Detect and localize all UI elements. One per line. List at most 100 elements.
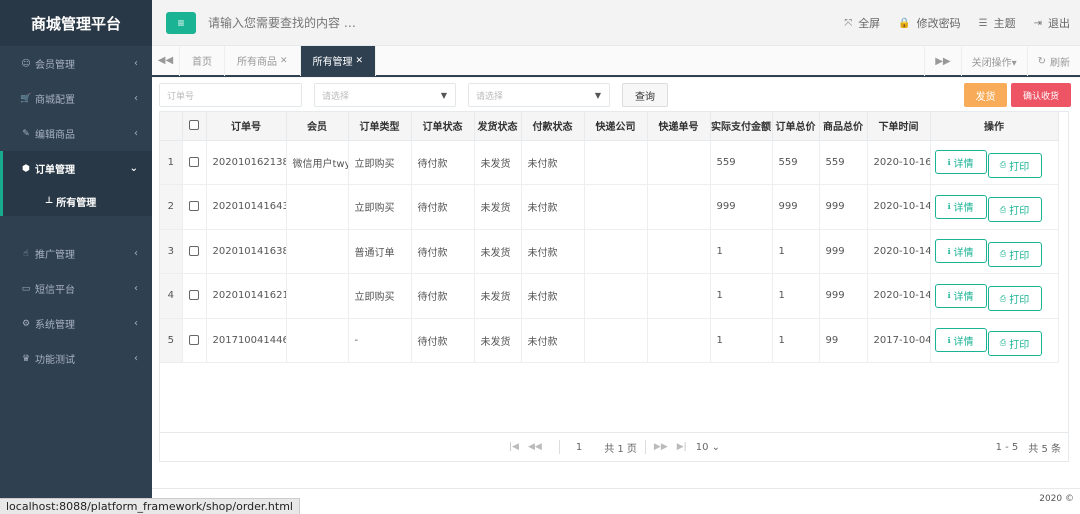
tab-all-goods[interactable]: 所有商品 ✕ [225,45,301,76]
logout-link[interactable]: ⇥ 退出 [1034,15,1070,31]
print-button[interactable]: ⎙ 打印 [987,152,1042,178]
fullscreen-link[interactable]: ⤧ 全屏 [844,15,880,31]
print-button[interactable]: ⎙ 打印 [987,286,1042,312]
sidebar-item-sms[interactable]: ▭ 短信平台 ‹ [0,271,152,306]
row-checkbox-cell[interactable] [182,273,207,319]
checkbox[interactable] [189,120,199,131]
first-page-icon[interactable]: |◀ [509,442,519,452]
print-icon: ⎙ [999,338,1007,348]
last-page-icon[interactable]: ▶| [677,442,687,452]
detail-label: 详情 [953,247,974,259]
sidebar-item-mall-config[interactable]: 🛒 商城配置 ‹ [0,81,152,116]
top-search-input[interactable] [208,15,608,30]
row-checkbox-cell[interactable] [182,229,207,274]
page-number-input[interactable]: 1 [576,442,582,453]
main-content: 订单号 请选择 ▼ 请选择 ▼ 查询 发货 确认收货 订单号 会员 订单类型 订单状… [152,78,1080,488]
tab-all-orders[interactable]: 所有管理 ✕ [300,45,377,76]
caret-down-icon: ▼ [594,90,601,100]
theme-label: 主题 [993,17,1016,30]
refresh-button[interactable]: ↻ 刷新 [1026,46,1080,76]
col-member[interactable]: 会员 [286,112,349,141]
status-select-1[interactable]: 请选择 ▼ [314,83,456,107]
table-row[interactable]: 120201016213838微信用户twy6立即购买待付款未发货未付款5595… [160,140,1059,185]
checkbox[interactable] [189,290,199,301]
row-checkbox-cell[interactable] [182,318,207,363]
sidebar-item-label: 编辑商品 [35,130,75,141]
list-icon: ☰ [978,17,988,29]
checkbox[interactable] [189,201,199,212]
detail-button[interactable]: ℹ 详情 [934,283,987,308]
theme-link[interactable]: ☰ 主题 [979,15,1016,31]
bars-icon: ≡ [177,15,185,30]
row-checkbox-cell[interactable] [182,140,207,185]
sidebar-item-member[interactable]: ☺ 会员管理 ‹ [0,46,152,81]
cell-express-company [584,229,648,274]
sitemap-icon: ⊥ [45,196,54,206]
col-actual-payment[interactable]: 实际支付金额 [710,112,773,141]
prev-page-icon[interactable]: ◀◀ [528,442,542,452]
checkbox[interactable] [189,156,199,167]
cell-operations: ℹ 详情 ⎙ 打印 [930,318,1059,363]
tabs-next-button[interactable]: ▶▶ [924,46,960,76]
page-size-select[interactable]: 10 ⌄ [696,442,720,453]
cell-ship-status: 未发货 [474,229,522,274]
col-goods-total[interactable]: 商品总价 [819,112,868,141]
sidebar-item-label: 功能测试 [35,355,75,366]
order-no-input[interactable]: 订单号 [159,83,302,107]
cell-express-no [647,184,711,230]
col-order-status[interactable]: 订单状态 [411,112,475,141]
row-checkbox-cell[interactable] [182,184,207,230]
checkbox[interactable] [189,334,199,345]
info-icon: ℹ [947,202,951,212]
tab-home[interactable]: 首页 [180,45,225,76]
col-order-type[interactable]: 订单类型 [348,112,412,141]
cell-express-company [584,184,648,230]
close-icon[interactable]: ✕ [280,56,288,66]
print-button[interactable]: ⎙ 打印 [987,330,1042,356]
next-page-icon[interactable]: ▶▶ [654,442,668,452]
print-button[interactable]: ⎙ 打印 [987,241,1042,267]
sidebar-item-system[interactable]: ⚙ 系统管理 ‹ [0,306,152,341]
sidebar-item-test[interactable]: ♛ 功能测试 ‹ [0,341,152,376]
detail-button[interactable]: ℹ 详情 [934,239,987,264]
row-number: 2 [160,184,183,230]
menu-toggle-button[interactable]: ≡ [166,11,196,34]
col-express-no[interactable]: 快递单号 [647,112,711,141]
sidebar-item-promotion[interactable]: ☝ 推广管理 ‹ [0,236,152,271]
col-express-company[interactable]: 快递公司 [584,112,648,141]
tabs-prev-button[interactable]: ◀◀ [152,45,180,76]
lock-icon: 🔒 [898,17,911,29]
col-ship-status[interactable]: 发货状态 [474,112,522,141]
select-all-checkbox[interactable] [182,112,207,141]
col-order-total[interactable]: 订单总价 [772,112,820,141]
print-button[interactable]: ⎙ 打印 [987,197,1042,223]
change-password-link[interactable]: 🔒 修改密码 [898,15,960,31]
ship-button[interactable]: 发货 [964,83,1007,107]
table-row[interactable]: 320201014163813普通订单待付款未发货未付款119992020-10… [160,229,1059,274]
sidebar-item-edit-goods[interactable]: ✎ 编辑商品 ‹ [0,116,152,151]
table-row[interactable]: 220201014164357立即购买待付款未发货未付款999999999202… [160,184,1059,230]
chevron-left-icon: ‹ [134,58,138,69]
cell-order-no: 20201014162108 [206,273,287,319]
detail-button[interactable]: ℹ 详情 [934,194,987,219]
sidebar-item-orders[interactable]: ⬢ 订单管理 ⌄ [0,151,152,186]
detail-button[interactable]: ℹ 详情 [934,328,987,353]
query-button[interactable]: 查询 [622,83,668,107]
table-row[interactable]: 520171004144623-待付款未发货未付款11992017-10-04 … [160,318,1059,363]
copyright: 2020 © [1039,494,1074,504]
close-icon[interactable]: ✕ [356,56,364,66]
col-order-time[interactable]: 下单时间 [867,112,931,141]
print-icon: ⎙ [999,160,1007,170]
col-pay-status[interactable]: 付款状态 [521,112,585,141]
checkbox[interactable] [189,245,199,256]
cell-express-no [647,140,711,185]
table-row[interactable]: 420201014162108立即购买待付款未发货未付款119992020-10… [160,273,1059,319]
col-order-no[interactable]: 订单号 [206,112,287,141]
status-select-2[interactable]: 请选择 ▼ [468,83,610,107]
close-operations-dropdown[interactable]: 关闭操作▾ [960,46,1027,76]
sidebar-subitem-all-orders[interactable]: ⊥ 所有管理 [0,186,152,216]
detail-button[interactable]: ℹ 详情 [934,150,987,175]
tab-label: 首页 [192,57,212,68]
confirm-receipt-button[interactable]: 确认收货 [1011,83,1071,107]
cell-order-total: 999 [772,184,820,230]
